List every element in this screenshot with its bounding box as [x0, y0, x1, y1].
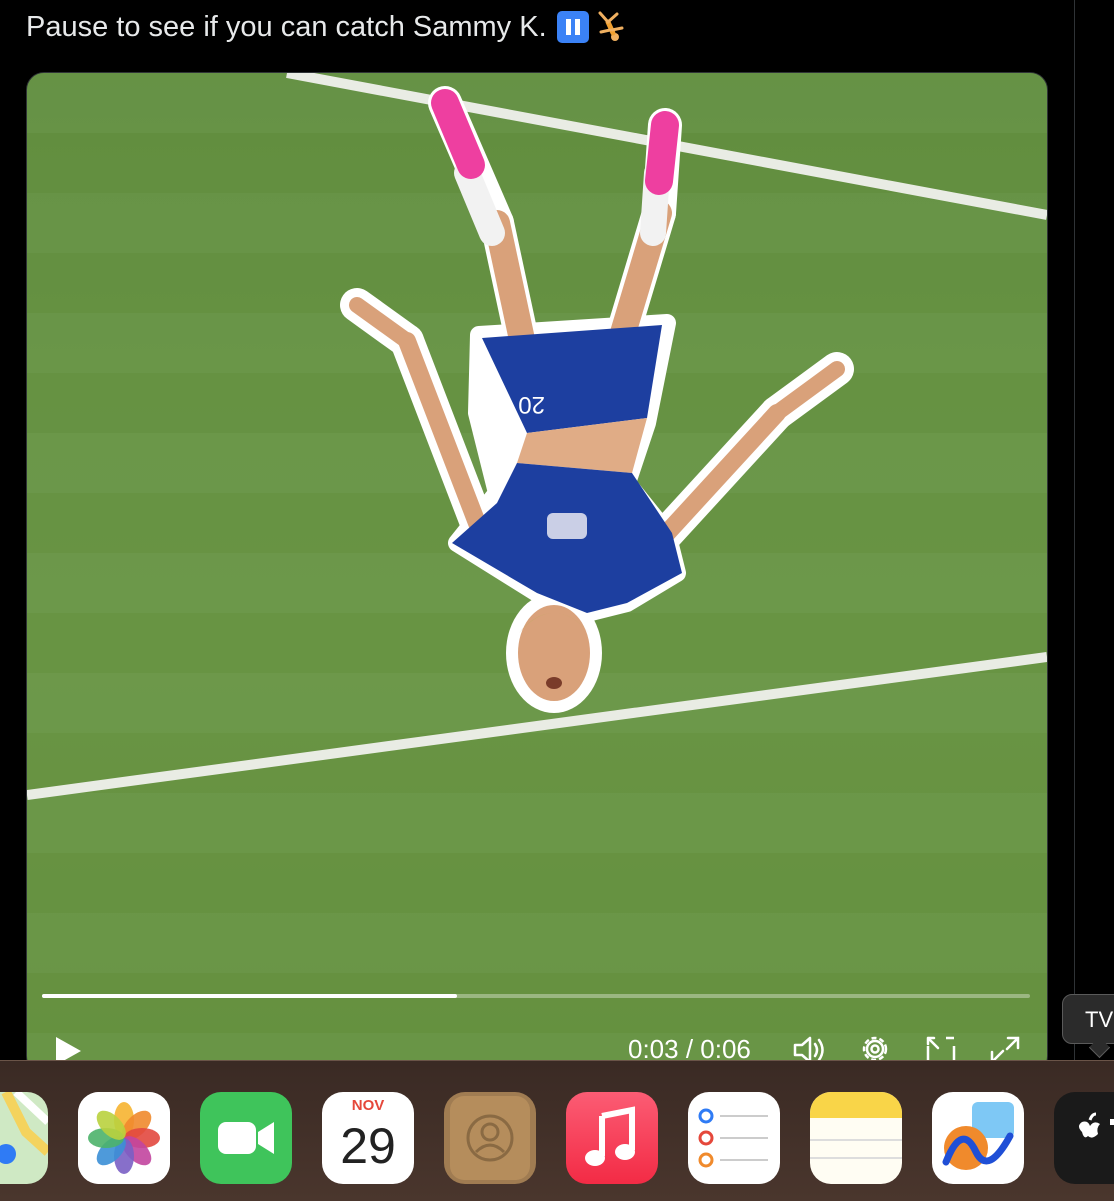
notes-icon — [810, 1092, 902, 1184]
dock-item-notes[interactable] — [810, 1092, 902, 1184]
facetime-icon — [200, 1092, 292, 1184]
video-frame: 20 — [27, 73, 1047, 1073]
dock-item-calendar[interactable]: NOV 29 — [322, 1092, 414, 1184]
photos-icon — [78, 1092, 170, 1184]
video-player[interactable]: 20 — [26, 72, 1048, 1074]
calendar-day: 29 — [322, 1116, 414, 1184]
timeline-divider — [1074, 0, 1075, 1060]
dock-item-tv[interactable] — [1054, 1092, 1114, 1184]
tweet-text: Pause to see if you can catch Sammy K. — [26, 10, 547, 43]
tv-icon — [1054, 1092, 1114, 1184]
dock-item-music[interactable] — [566, 1092, 658, 1184]
dock-item-freeform[interactable] — [932, 1092, 1024, 1184]
contacts-icon — [444, 1092, 536, 1184]
calendar-month: NOV — [322, 1092, 414, 1116]
freeform-icon — [932, 1092, 1024, 1184]
cartwheel-person-icon — [598, 11, 624, 41]
dock-item-contacts[interactable] — [444, 1092, 536, 1184]
dock-item-reminders[interactable] — [688, 1092, 780, 1184]
video-progress-bar[interactable] — [42, 994, 1030, 998]
video-progress-fill — [42, 994, 457, 998]
maps-icon — [0, 1092, 48, 1184]
dock-tooltip: TV — [1062, 994, 1114, 1044]
music-icon — [566, 1092, 658, 1184]
reminders-icon — [688, 1092, 780, 1184]
shirt-number: 20 — [518, 391, 545, 418]
tweet-text-row: Pause to see if you can catch Sammy K. — [26, 10, 625, 44]
dock-item-maps[interactable] — [0, 1092, 48, 1184]
dock-item-facetime[interactable] — [200, 1092, 292, 1184]
dock-item-photos[interactable] — [78, 1092, 170, 1184]
pause-button-icon — [556, 11, 589, 43]
